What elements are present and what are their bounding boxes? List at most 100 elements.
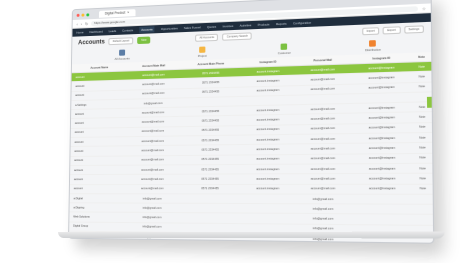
import-button[interactable]: Import (361, 27, 380, 36)
page-title: Accounts (78, 38, 105, 46)
table-cell: account@instagram (351, 132, 413, 144)
table-cell: Note (412, 122, 433, 133)
table-cell: 0571 2334455 (179, 144, 242, 156)
table-cell: Note (413, 183, 433, 195)
browser-tab[interactable]: Digital Product × (98, 8, 136, 18)
table-cell (241, 193, 295, 204)
close-window-dot[interactable] (76, 13, 80, 17)
table-cell: Note (412, 132, 433, 143)
table-cell: account@mail.com (126, 145, 180, 156)
account-name-cell[interactable]: account (70, 165, 126, 175)
table-cell (179, 213, 242, 224)
account-name-cell[interactable]: account (70, 146, 127, 157)
table-cell (351, 214, 414, 225)
stage-customer[interactable]: Customer (278, 43, 291, 55)
nav-item-opportunities[interactable]: Opportunities (161, 26, 178, 31)
table-cell (178, 242, 241, 244)
table-cell: account.instagram (241, 164, 295, 175)
export-button[interactable]: Export (382, 26, 401, 35)
table-cell (179, 203, 242, 214)
filter-select[interactable]: All Accounts (195, 33, 219, 42)
nav-item-dashboard[interactable]: Dashboard (89, 30, 102, 35)
back-icon[interactable]: ‹ (76, 21, 77, 26)
minimize-window-dot[interactable] (81, 13, 85, 17)
table-cell (351, 193, 414, 205)
table-cell: account@instagram (351, 153, 413, 164)
table-cell: account.instagram (241, 154, 295, 165)
table-cell (241, 203, 295, 214)
new-account-button[interactable]: New (137, 36, 151, 45)
stage-label: All Accounts (114, 56, 130, 61)
stage-label: Distribution (365, 47, 381, 53)
close-icon[interactable]: × (127, 9, 129, 16)
table-cell: Note (413, 173, 433, 184)
nav-item-sales-funnel[interactable]: Sales Funnel (184, 25, 201, 30)
table-cell (351, 204, 414, 215)
table-row[interactable]: account account@mail.com 0571 2334455 accou… (69, 183, 433, 195)
table-row[interactable]: account account@mail.com 0571 2334455 accou… (69, 173, 433, 185)
table-cell: account@mail.com (294, 133, 352, 145)
nav-item-reports[interactable]: Reports (276, 22, 287, 27)
account-name-cell[interactable]: a.Dipping (69, 202, 126, 213)
side-panel-toggle[interactable] (426, 96, 432, 108)
reload-icon[interactable]: ↻ (85, 21, 88, 26)
nav-item-accounts[interactable]: Accounts (139, 26, 155, 33)
browser-frame: Digital Product × ‹ › ↻ https://www.goog… (68, 0, 435, 244)
account-name-cell[interactable]: Web Solutions (69, 212, 126, 223)
account-name-cell[interactable]: account (70, 155, 127, 166)
table-cell: account@mail.com (294, 173, 352, 184)
table-cell: account@mail.com (294, 163, 352, 175)
nav-item-home[interactable]: Home (76, 30, 83, 34)
tab-title: Digital Product (104, 10, 126, 16)
table-cell: account@mail.com (125, 155, 180, 166)
stage-distribution[interactable]: Distribution (365, 40, 381, 52)
table-cell: account@instagram (351, 183, 414, 195)
accounts-table: Account Name Account Main Mail Account Mai… (68, 52, 434, 244)
nav-item-configuration[interactable]: Configuration (293, 20, 311, 25)
account-name-cell[interactable]: Digital Corporation (68, 240, 125, 244)
table-body: account account@mail.com 0571 2334455 accou… (68, 61, 434, 244)
account-name-cell[interactable]: account (69, 184, 126, 194)
table-cell: Note (412, 61, 432, 73)
laptop-base (58, 231, 445, 239)
table-cell (413, 214, 433, 226)
star-icon[interactable]: ☆ (422, 5, 426, 11)
table-cell: account@mail.com (125, 174, 180, 185)
table-cell (413, 194, 433, 205)
header-actions: Import Export Settings (361, 25, 424, 36)
search-input[interactable]: Company Search (222, 32, 253, 41)
account-name-cell[interactable]: account (69, 174, 126, 185)
stage-icon (369, 40, 377, 47)
view-select[interactable]: Default Layout (108, 37, 134, 46)
table-cell: account.instagram (241, 144, 295, 155)
stage-icon (199, 46, 206, 53)
table-cell: info@gmail.com (294, 203, 352, 215)
nav-item-invoices[interactable]: Invoices (223, 24, 234, 29)
table-cell: Note (412, 112, 432, 123)
nav-item-leads[interactable]: Leads (109, 29, 117, 33)
table-cell: info@gmail.com (125, 203, 180, 214)
device-mockup: Digital Product × ‹ › ↻ https://www.goog… (0, 0, 473, 263)
maximize-window-dot[interactable] (86, 12, 90, 16)
table-cell: Note (412, 81, 432, 93)
stage-icon (281, 43, 288, 50)
nav-item-products[interactable]: Products (258, 22, 270, 27)
table-cell (240, 243, 295, 244)
account-name-cell[interactable]: a.Digital (69, 193, 126, 204)
table-cell: account@mail.com (125, 184, 180, 194)
table-cell: account@instagram (351, 142, 413, 154)
forward-icon[interactable]: › (81, 21, 82, 26)
settings-button[interactable]: Settings (403, 25, 424, 34)
table-cell: info@gmail.com (125, 193, 180, 204)
table-cell: account@mail.com (294, 183, 352, 194)
table-cell: 0571 2334455 (179, 174, 242, 185)
stage-all-accounts[interactable]: All Accounts (115, 49, 130, 61)
nav-item-activities[interactable]: Activities (240, 23, 252, 28)
table-cell: account@mail.com (125, 164, 180, 175)
nav-item-contacts[interactable]: Contacts (122, 28, 133, 32)
table-cell (241, 213, 295, 224)
stage-project[interactable]: Project (198, 46, 207, 58)
nav-item-quotes[interactable]: Quotes (207, 25, 216, 29)
table-cell: account.instagram (241, 183, 295, 194)
table-cell: 0571 2334455 (179, 164, 242, 175)
